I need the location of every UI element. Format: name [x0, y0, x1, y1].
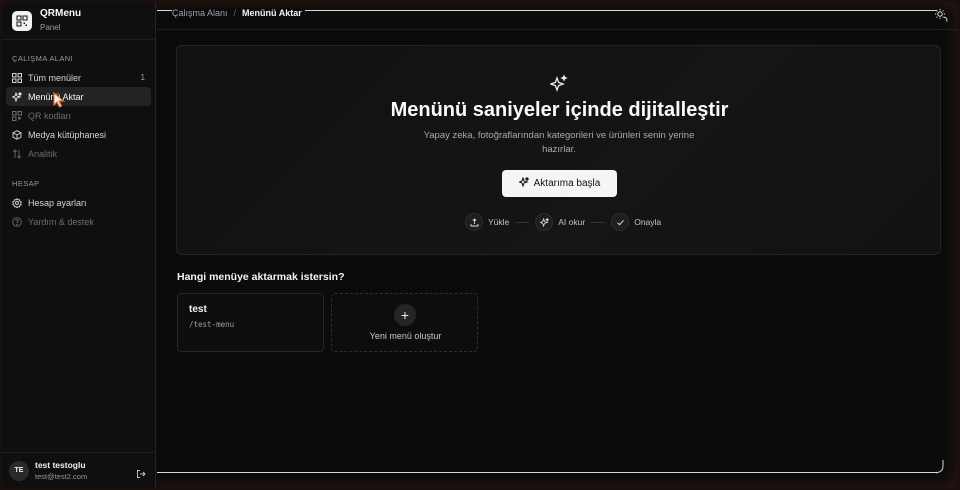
step-upload: Yükle	[465, 213, 509, 231]
gear-icon	[12, 197, 22, 208]
cube-icon	[12, 129, 22, 140]
step-label: Yükle	[488, 217, 510, 227]
qr-logo-icon	[12, 10, 32, 31]
workspace-section-label: ÇALIŞMA ALANI	[12, 54, 74, 63]
user-profile[interactable]: TE test testoglu test@test2.com	[2, 452, 155, 488]
step-connector	[591, 221, 606, 223]
breadcrumb-current: Menünü Aktar	[242, 8, 302, 18]
brand-subtitle: Panel	[40, 23, 61, 32]
create-menu-label: Yeni menü oluştur	[369, 331, 442, 341]
create-menu-card[interactable]: + Yeni menü oluştur	[331, 293, 478, 352]
sidebar-item-media-library[interactable]: Medya kütüphanesi	[6, 125, 151, 144]
sidebar-item-label: Analitik	[28, 148, 58, 159]
start-import-label: Aktarıma başla	[533, 178, 601, 189]
sun-icon[interactable]	[934, 8, 948, 22]
sparkles-icon	[12, 91, 22, 102]
step-label: AI okur	[558, 217, 586, 227]
sidebar: QRMenu Panel ÇALIŞMA ALANI Tüm menüler 1…	[2, 2, 156, 488]
sort-arrows-icon	[12, 148, 22, 159]
brand[interactable]: QRMenu Panel	[2, 2, 155, 40]
sidebar-item-account-settings[interactable]: Hesap ayarları	[6, 193, 151, 212]
grid-icon	[12, 72, 22, 83]
divider	[157, 472, 937, 473]
account-section-label: HESAP	[12, 179, 40, 188]
sidebar-item-import-menu[interactable]: Menünü Aktar	[6, 87, 151, 106]
plus-icon: +	[394, 304, 416, 326]
sidebar-item-label: QR kodları	[28, 110, 72, 121]
sparkles-icon	[549, 74, 568, 93]
hero-description: Yapay zeka, fotoğraflarından kategoriler…	[423, 130, 695, 155]
logout-icon[interactable]	[136, 466, 146, 478]
breadcrumb-parent[interactable]: Çalışma Alanı	[172, 8, 228, 18]
step-approve: Onayla	[611, 213, 661, 231]
resize-handle-icon[interactable]	[935, 460, 945, 474]
upload-icon	[465, 213, 483, 231]
sidebar-item-label: Menünü Aktar	[28, 91, 84, 102]
menu-name: test	[189, 304, 207, 315]
sidebar-item-label: Medya kütüphanesi	[28, 129, 107, 140]
mouse-cursor-icon	[53, 91, 66, 108]
avatar: TE	[9, 460, 29, 481]
sidebar-item-label: Yardım & destek	[28, 216, 94, 227]
breadcrumb-separator: /	[233, 8, 237, 18]
menu-slug: /test-menu	[189, 320, 235, 329]
sidebar-item-label: Hesap ayarları	[28, 197, 87, 208]
step-connector	[515, 221, 530, 223]
menu-count-badge: 1	[140, 73, 145, 82]
import-hero-card: Menünü saniyeler içinde dijitalleştir Ya…	[176, 45, 941, 255]
brand-title: QRMenu	[40, 8, 82, 19]
sidebar-item-analytics[interactable]: Analitik	[6, 144, 151, 163]
step-label: Onayla	[634, 217, 662, 227]
app-window: QRMenu Panel ÇALIŞMA ALANI Tüm menüler 1…	[2, 2, 958, 488]
top-bar: Çalışma Alanı / Menünü Aktar	[157, 2, 958, 30]
import-steps: Yükle AI okur Onayla	[465, 213, 661, 231]
user-email: test@test2.com	[35, 471, 88, 481]
sidebar-item-help[interactable]: Yardım & destek	[6, 212, 151, 231]
target-section-title: Hangi menüye aktarmak istersin?	[177, 271, 345, 283]
breadcrumb: Çalışma Alanı / Menünü Aktar	[172, 8, 305, 18]
sparkles-icon	[535, 213, 554, 231]
help-circle-icon	[12, 216, 22, 227]
menu-card-test[interactable]: test /test-menu	[177, 293, 324, 352]
check-icon	[611, 213, 630, 231]
hero-title: Menünü saniyeler içinde dijitalleştir	[390, 99, 729, 121]
sidebar-item-label: Tüm menüler	[28, 72, 82, 83]
sidebar-item-qr-codes[interactable]: QR kodları	[6, 106, 151, 125]
sidebar-item-all-menus[interactable]: Tüm menüler 1	[6, 68, 151, 87]
user-name: test testoglu	[35, 459, 86, 470]
qr-icon	[12, 110, 22, 121]
step-ai-reads: AI okur	[535, 213, 585, 231]
sparkles-icon	[517, 176, 530, 190]
start-import-button[interactable]: Aktarıma başla	[502, 170, 617, 197]
